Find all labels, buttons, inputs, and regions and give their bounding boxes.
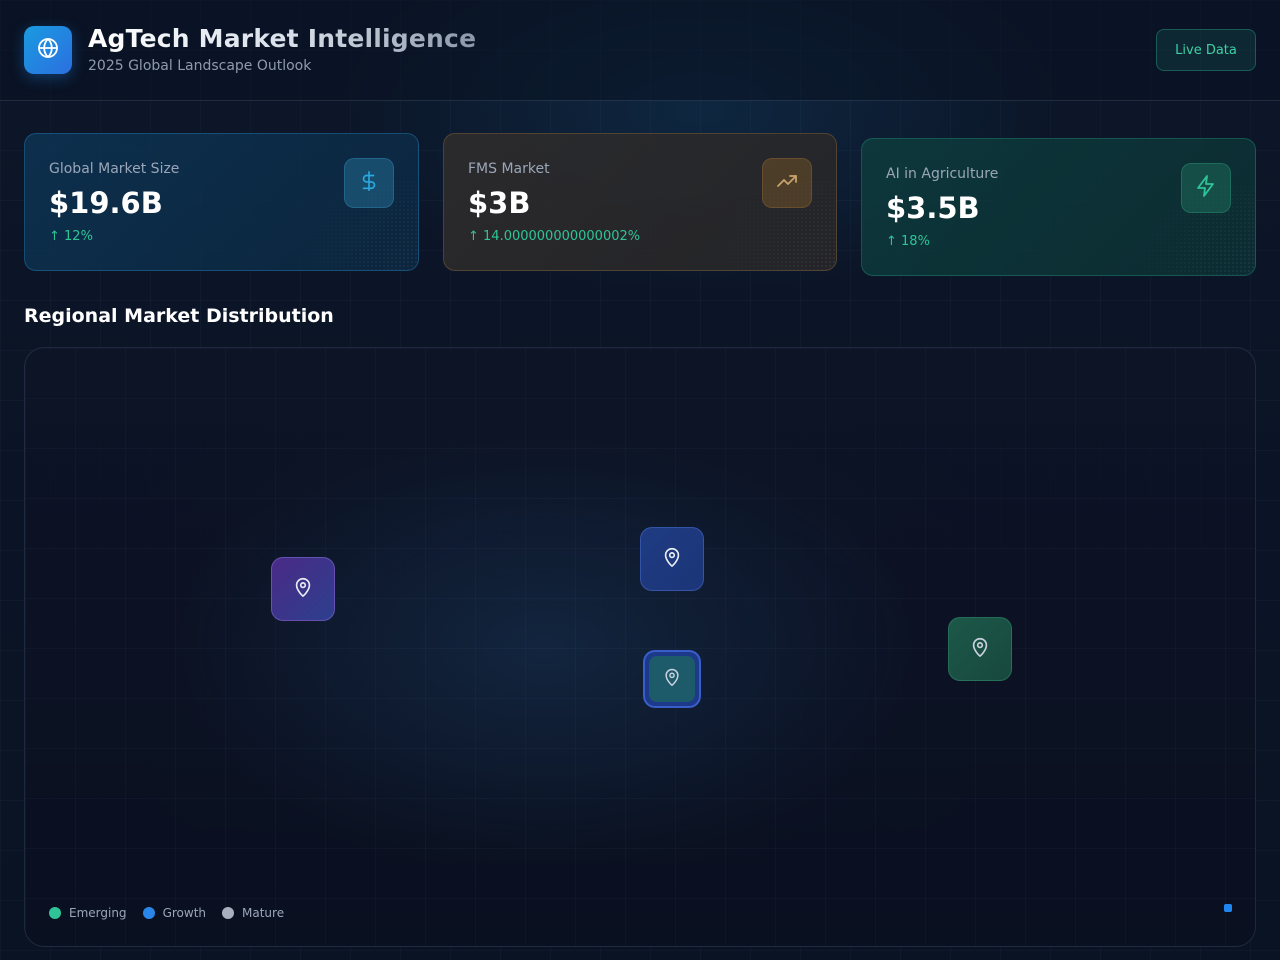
region-marker[interactable] [948, 617, 1012, 681]
app-header: AgTech Market Intelligence 2025 Global L… [0, 0, 1280, 101]
region-marker[interactable] [640, 527, 704, 591]
metric-value: $3.5B [886, 191, 980, 225]
metric-value: $19.6B [49, 186, 163, 220]
legend-label: Emerging [69, 906, 127, 920]
app-subtitle: 2025 Global Landscape Outlook [88, 58, 312, 74]
live-data-button[interactable]: Live Data [1156, 29, 1256, 71]
legend-dot [222, 907, 234, 919]
globe-icon [36, 36, 60, 64]
trending-up-icon [775, 169, 799, 197]
legend-label: Mature [242, 906, 285, 920]
dollar-icon [358, 170, 380, 196]
app-title: AgTech Market Intelligence [88, 24, 477, 53]
map-pin-icon [662, 667, 682, 691]
legend-item-growth: Growth [142, 906, 206, 920]
metric-card-ai-in-agriculture: AI in Agriculture $3.5B ↑ 18% [861, 138, 1256, 276]
region-marker-inner [649, 656, 695, 702]
zap-icon [1194, 174, 1218, 202]
card-texture [676, 180, 836, 270]
legend-item-mature: Mature [222, 906, 284, 920]
metric-icon-box [762, 158, 812, 208]
map-legend: Emerging Growth Mature [49, 906, 284, 920]
status-indicator-dot [1224, 904, 1232, 912]
metric-value: $3B [468, 186, 531, 220]
metric-change: ↑ 14.000000000000002% [468, 229, 641, 244]
metric-label: AI in Agriculture [886, 166, 999, 182]
app-logo [24, 26, 72, 74]
regional-map: Emerging Growth Mature [24, 347, 1256, 947]
legend-item-emerging: Emerging [49, 906, 127, 920]
map-grid [25, 348, 1255, 946]
metric-icon-box [1181, 163, 1231, 213]
metric-label: Global Market Size [49, 161, 180, 177]
legend-dot [142, 907, 155, 919]
map-pin-icon [292, 576, 314, 602]
map-pin-icon [661, 546, 683, 572]
metric-label: FMS Market [468, 161, 550, 177]
card-texture [258, 180, 418, 270]
region-marker[interactable] [643, 650, 701, 708]
map-pin-icon [969, 636, 991, 662]
card-texture [1095, 185, 1255, 275]
metric-change: ↑ 12% [49, 229, 93, 244]
metric-card-global-market-size: Global Market Size $19.6B ↑ 12% [24, 133, 419, 271]
metric-icon-box [344, 158, 394, 208]
region-marker[interactable] [271, 557, 335, 621]
section-title: Regional Market Distribution [24, 305, 334, 327]
legend-dot [49, 907, 61, 919]
legend-label: Growth [162, 906, 206, 920]
metric-card-fms-market: FMS Market $3B ↑ 14.000000000000002% [443, 133, 837, 271]
metric-change: ↑ 18% [886, 234, 930, 249]
